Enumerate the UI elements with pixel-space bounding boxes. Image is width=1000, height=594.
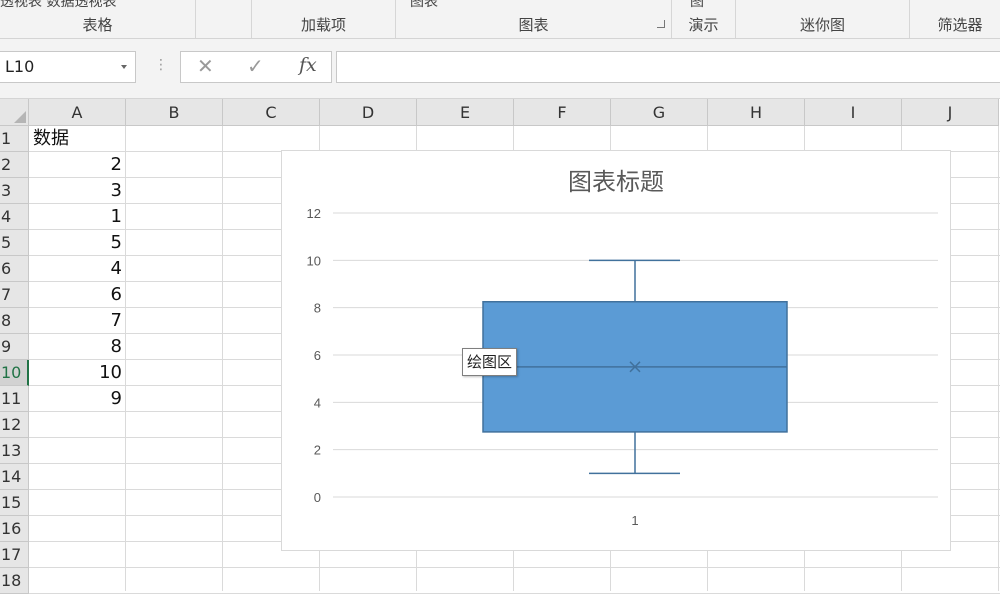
cell-A6[interactable]: 4 — [33, 256, 126, 282]
ribbon-cut-text: 透视表 数据透视表 — [0, 0, 117, 10]
ribbon-group-label-tables: 表格 — [82, 16, 113, 34]
cell-A3[interactable]: 3 — [33, 178, 126, 204]
name-box[interactable]: L10 — [0, 51, 136, 83]
row-header-17[interactable]: 17 — [0, 542, 29, 568]
row-header-13[interactable]: 13 — [0, 438, 29, 464]
row-header-18[interactable]: 18 — [0, 568, 29, 594]
row-header-5[interactable]: 5 — [0, 230, 29, 256]
y-tick-label: 0 — [314, 490, 321, 505]
check-icon[interactable]: ✓ — [247, 54, 264, 78]
formula-bar: L10 ⋮ ✕ ✓ fx — [0, 39, 1000, 99]
x-category-label: 1 — [631, 513, 638, 528]
cell-A9[interactable]: 8 — [33, 334, 126, 360]
row-header-12[interactable]: 12 — [0, 412, 29, 438]
column-header-H[interactable]: H — [708, 99, 805, 126]
column-header-D[interactable]: D — [320, 99, 417, 126]
cell-A2[interactable]: 2 — [33, 152, 126, 178]
column-header-F[interactable]: F — [514, 99, 611, 126]
ribbon-group-illustrations — [196, 0, 252, 38]
close-icon[interactable]: ✕ — [197, 54, 214, 78]
select-all-triangle-icon — [14, 111, 26, 123]
select-all-button[interactable] — [0, 99, 29, 126]
ribbon-cut-icon-text-charts: 图表 — [410, 0, 438, 10]
ribbon-group-charts: 图表 图表 — [396, 0, 672, 38]
row-header-4[interactable]: 4 — [0, 204, 29, 230]
dialog-launcher-icon[interactable] — [657, 20, 665, 28]
row-header-1[interactable]: 1 — [0, 126, 29, 152]
ribbon-cut-icon-text-tours: 图 — [690, 0, 704, 10]
column-header-A[interactable]: A — [29, 99, 126, 126]
plot-area-tooltip: 绘图区 — [462, 348, 518, 376]
cell-A8[interactable]: 7 — [33, 308, 126, 334]
function-icon[interactable]: fx — [299, 54, 317, 76]
column-header-J[interactable]: J — [902, 99, 999, 126]
row-header-9[interactable]: 9 — [0, 334, 29, 360]
ribbon-group-label-filters: 筛选器 — [937, 16, 983, 34]
formula-input[interactable] — [336, 51, 1000, 83]
y-tick-label: 4 — [314, 395, 321, 410]
y-tick-label: 2 — [314, 443, 321, 458]
ribbon-group-label-charts: 图表 — [518, 16, 549, 34]
row-header-14[interactable]: 14 — [0, 464, 29, 490]
row-header-16[interactable]: 16 — [0, 516, 29, 542]
column-header-I[interactable]: I — [805, 99, 902, 126]
y-tick-label: 10 — [307, 253, 321, 268]
y-tick-label: 12 — [307, 206, 321, 221]
cell-A7[interactable]: 6 — [33, 282, 126, 308]
gridline-horizontal — [29, 567, 1000, 568]
row-header-8[interactable]: 8 — [0, 308, 29, 334]
ribbon-group-label-tours: 演示 — [688, 16, 719, 34]
row-header-3[interactable]: 3 — [0, 178, 29, 204]
row-header-10[interactable]: 10 — [0, 360, 29, 386]
column-header-E[interactable]: E — [417, 99, 514, 126]
row-header-2[interactable]: 2 — [0, 152, 29, 178]
ribbon-group-label-addins: 加载项 — [300, 16, 346, 34]
chart-box-whisker[interactable]: 图表标题 0 2 4 6 8 10 12 1 绘图区 — [281, 150, 951, 551]
formula-buttons: ✕ ✓ fx — [180, 51, 332, 83]
y-tick-label: 8 — [314, 301, 321, 316]
row-header-7[interactable]: 7 — [0, 282, 29, 308]
column-header-G[interactable]: G — [611, 99, 708, 126]
cell-A5[interactable]: 5 — [33, 230, 126, 256]
cell-A4[interactable]: 1 — [33, 204, 126, 230]
cell-A10[interactable]: 10 — [33, 360, 126, 386]
cell-A1[interactable]: 数据 — [33, 126, 126, 152]
ribbon-group-addins: 加载项 — [252, 0, 396, 38]
chart-plot-svg[interactable]: 0 2 4 6 8 10 12 1 — [282, 151, 952, 552]
ribbon-group-tables: 透视表 数据透视表 表格 — [0, 0, 196, 38]
row-header-15[interactable]: 15 — [0, 490, 29, 516]
row-header-6[interactable]: 6 — [0, 256, 29, 282]
ribbon-group-label-sparklines: 迷你图 — [799, 16, 845, 34]
ribbon-group-sparklines: 迷你图 — [736, 0, 910, 38]
y-tick-label: 6 — [314, 348, 321, 363]
column-header-B[interactable]: B — [126, 99, 223, 126]
row-header-11[interactable]: 11 — [0, 386, 29, 412]
ribbon-group-tours: 图 演示 — [672, 0, 736, 38]
column-header-C[interactable]: C — [223, 99, 320, 126]
ribbon: 透视表 数据透视表 表格 加载项 图表 图表 图 演示 迷你图 筛选器 — [0, 0, 1000, 39]
chevron-down-icon[interactable] — [121, 65, 127, 69]
ribbon-group-filters: 筛选器 — [910, 0, 1000, 38]
cell-A11[interactable]: 9 — [33, 386, 126, 412]
name-box-value: L10 — [5, 57, 35, 76]
more-vert-icon[interactable]: ⋮ — [154, 57, 168, 73]
